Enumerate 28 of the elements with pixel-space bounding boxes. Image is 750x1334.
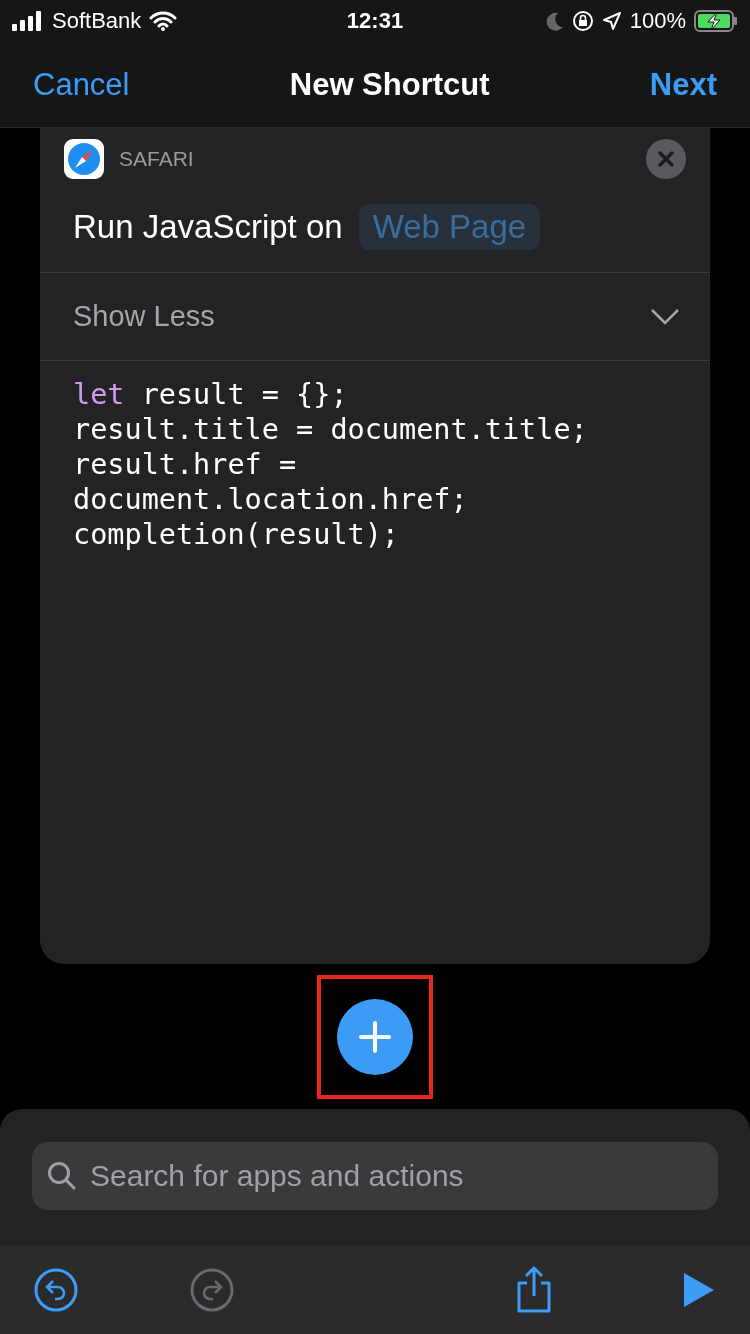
- action-title: Run JavaScript on: [73, 208, 343, 246]
- wifi-icon: [149, 11, 178, 31]
- rotation-lock-icon: [571, 10, 594, 32]
- undo-button[interactable]: [34, 1268, 78, 1312]
- close-icon: [656, 149, 676, 169]
- plus-icon: [358, 1019, 392, 1054]
- show-less-toggle[interactable]: Show Less: [40, 272, 710, 361]
- next-button[interactable]: Next: [649, 66, 717, 103]
- cancel-button[interactable]: Cancel: [33, 66, 130, 103]
- moon-icon: [545, 11, 564, 31]
- signal-icon: [12, 11, 44, 31]
- app-name: SAFARI: [119, 147, 195, 171]
- code-line: let result = {};: [73, 377, 349, 412]
- search-field[interactable]: Search for apps and actions: [32, 1142, 718, 1210]
- carrier-name: SoftBank: [52, 8, 142, 34]
- code-line: result.title = document.title;: [73, 412, 589, 447]
- screen-title: New Shortcut: [289, 66, 490, 103]
- code-line: result.href =: [73, 447, 298, 482]
- compass-icon: [64, 139, 104, 179]
- code-line: document.location.href;: [73, 482, 469, 517]
- close-button[interactable]: [646, 139, 686, 179]
- location-icon: [601, 11, 622, 31]
- run-button[interactable]: [682, 1271, 716, 1309]
- search-icon: [47, 1161, 77, 1191]
- code-line: completion(result);: [73, 517, 400, 552]
- clock-time: 12:31: [346, 8, 404, 34]
- battery-percent: 100%: [629, 8, 686, 34]
- chevron-icon: [650, 307, 680, 326]
